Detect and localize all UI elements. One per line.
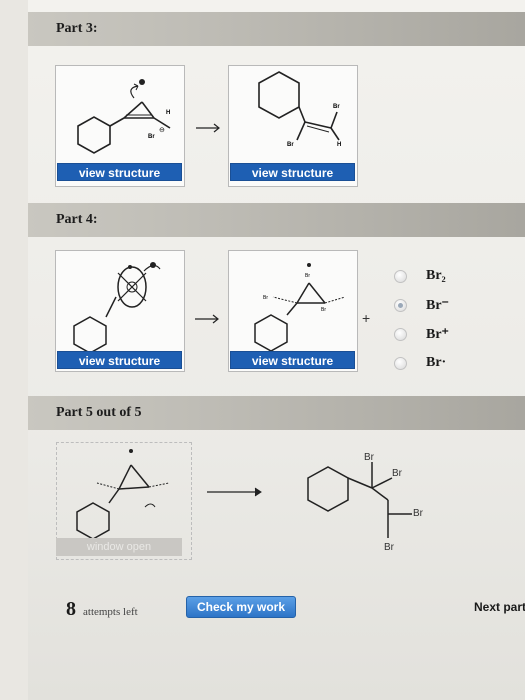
next-part-button[interactable]: Next part [474,600,525,614]
check-my-work-button[interactable]: Check my work [186,596,296,618]
radio-br-minus[interactable] [394,299,407,312]
part-3-atom-h: H [166,110,171,116]
part-3-product-atom-br-bottom: Br [287,142,294,148]
part-3-charge: ⊖ [159,127,165,134]
part-3-header: Part 3: [28,12,525,46]
part-4-view-structure-button-1[interactable]: view structure [57,351,182,369]
part-4-title: Part 4: [56,212,98,227]
part-4-product-atom-br-right: Br [321,307,326,313]
radio-br2[interactable] [394,270,407,283]
part-3-title: Part 3: [56,21,98,36]
part-4-view-structure-button-2[interactable]: view structure [230,351,355,369]
part-5-product-atom-br-bottom: Br [384,542,394,553]
part-5-reaction-arrow [207,487,262,497]
part-4-option-br-minus[interactable]: Br⁻ [394,297,514,317]
part-3-product-atom-br-top: Br [333,104,340,110]
part-4-reaction-arrow [195,314,219,324]
attempts-count: 8 [66,598,76,620]
part-4-option-br-radical[interactable]: Br· [394,355,514,375]
part-5-product-structure [307,462,412,538]
part-5-title: Part 5 out of 5 [56,405,142,420]
part-3-product-atom-h: H [337,142,342,148]
part-4-plus-sign: + [362,310,371,326]
part-4-option-br-plus[interactable]: Br⁺ [394,326,514,346]
option-label-br-minus: Br⁻ [426,298,449,313]
part-3-view-structure-button-1[interactable]: view structure [57,163,182,181]
option-label-br2: Br₂ [426,268,446,283]
part-4-option-br2[interactable]: Br₂ [394,268,514,288]
part-4-header: Part 4: [28,203,525,237]
attempts-left: 8 attempts left [66,598,138,621]
part-5-product-atom-br-lower-right: Br [413,508,423,519]
part-5-product-atom-br-top: Br [364,452,374,463]
radio-br-radical[interactable] [394,357,407,370]
attempts-text: attempts left [83,606,138,618]
window-open-button[interactable]: window open [56,538,182,556]
part-4-product-atom-br-left: Br [263,295,268,301]
option-label-br-plus: Br⁺ [426,327,449,342]
part-4-product-atom-br-top: Br [305,273,310,279]
part-5-product-atom-br-upper-right: Br [392,468,402,479]
radio-br-plus[interactable] [394,328,407,341]
option-label-br-radical: Br· [426,355,447,370]
part-3-view-structure-button-2[interactable]: view structure [230,163,355,181]
part-3-reaction-arrow [196,123,220,133]
part-5-header: Part 5 out of 5 [28,396,525,430]
part-3-atom-br: Br [148,134,155,140]
